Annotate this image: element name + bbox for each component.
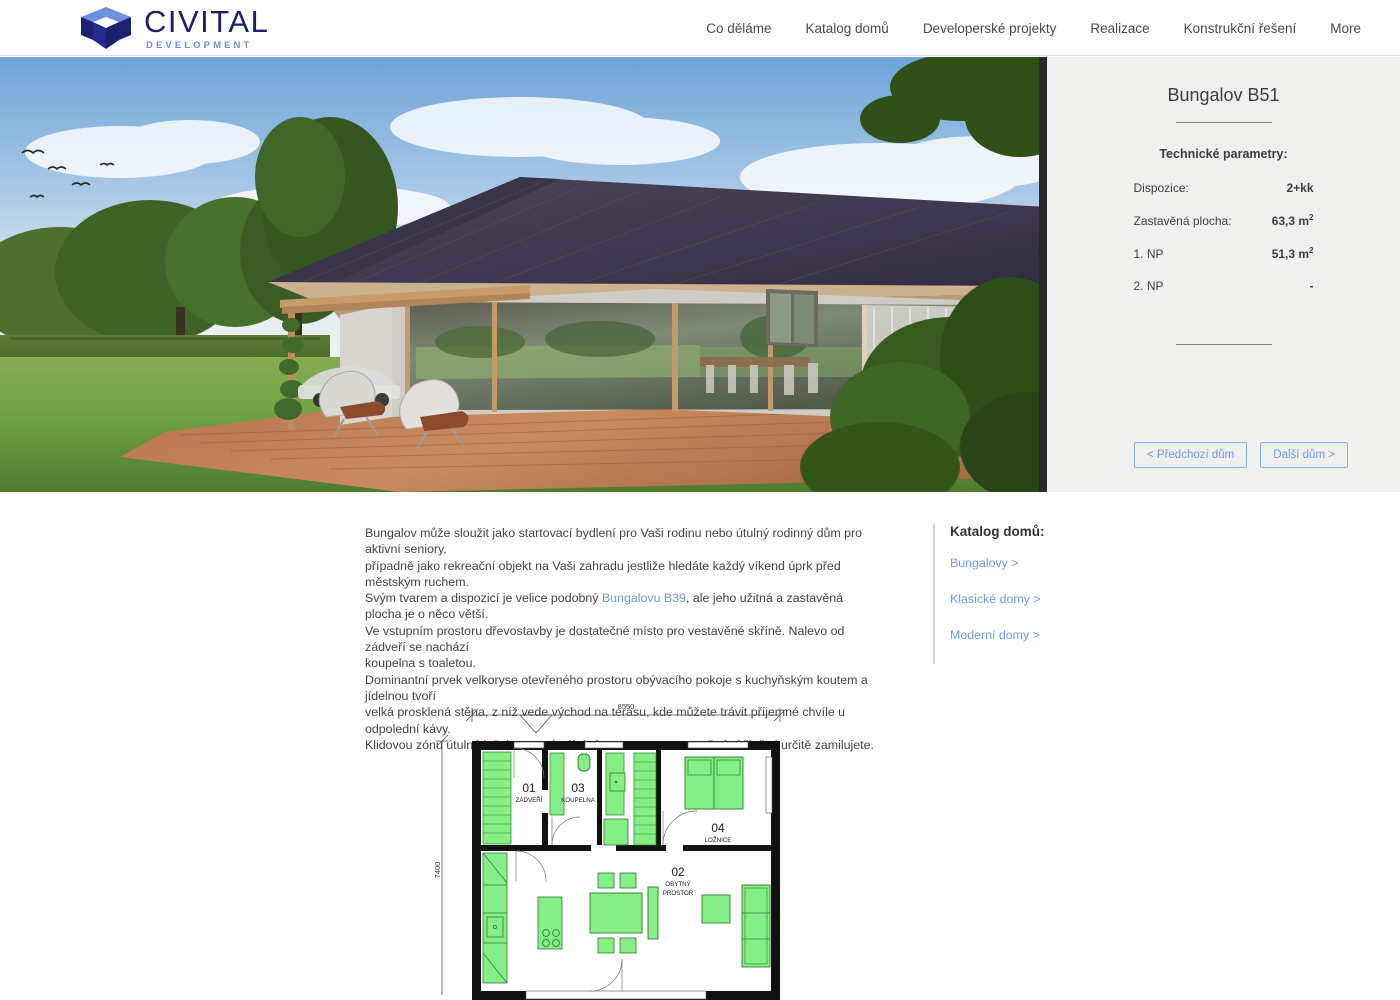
spec-row-1np: 1. NP 51,3 m2 bbox=[1134, 246, 1314, 261]
spec-label: 2. NP bbox=[1133, 279, 1164, 293]
spec-label: Dispozice: bbox=[1133, 181, 1189, 195]
nav-item-developerske-projekty[interactable]: Developerské projekty bbox=[906, 15, 1074, 42]
dimension-width-label: 8550 bbox=[618, 702, 635, 711]
spec-label: Zastavěná plocha: bbox=[1133, 214, 1232, 228]
room-label: KOUPELNA bbox=[561, 797, 596, 804]
brand-tagline: DEVELOPMENT bbox=[146, 39, 253, 51]
dimension-height-label: 7400 bbox=[433, 862, 442, 879]
room-label: ZÁDVEŘÍ bbox=[516, 796, 543, 804]
spec-label: 1. NP bbox=[1133, 247, 1164, 261]
nav-item-more[interactable]: More bbox=[1313, 15, 1378, 42]
spec-row-dispozice: Dispozice: 2+kk bbox=[1134, 181, 1314, 195]
nav-item-konstrukcni-reseni[interactable]: Konstrukční řešení bbox=[1167, 15, 1314, 42]
bungalov-b39-link[interactable]: Bungalovu B39 bbox=[602, 591, 686, 605]
spec-value: 51,3 m2 bbox=[1271, 246, 1314, 261]
tech-params-heading: Technické parametry: bbox=[1159, 147, 1288, 161]
catalog-link-moderni-domy[interactable]: Moderní domy > bbox=[950, 628, 1133, 642]
page-root: CIVITAL DEVELOPMENT Co děláme Katalog do… bbox=[0, 0, 1400, 1000]
spec-row-zastavena-plocha: Zastavěná plocha: 63,3 m2 bbox=[1134, 213, 1314, 228]
site-header: CIVITAL DEVELOPMENT Co děláme Katalog do… bbox=[0, 0, 1400, 56]
house-pager: < Předchozí dům Další dům > bbox=[1134, 442, 1348, 468]
spec-row-2np: 2. NP - bbox=[1134, 279, 1314, 293]
cube-logo-icon bbox=[81, 7, 131, 49]
nav-item-co-delame[interactable]: Co děláme bbox=[689, 15, 788, 42]
desc-line-4: Ve vstupním prostoru dřevostavby je dost… bbox=[365, 623, 845, 655]
spec-value: 2+kk bbox=[1286, 181, 1314, 195]
room-label-2: PROSTOR bbox=[663, 890, 694, 897]
spec-value: - bbox=[1309, 279, 1314, 293]
catalog-link-klasicke-domy[interactable]: Klasické domy > bbox=[950, 592, 1133, 606]
room-number: 02 bbox=[671, 865, 685, 879]
next-house-button[interactable]: Další dům > bbox=[1260, 442, 1348, 468]
house-info-panel: Bungalov B51 Technické parametry: Dispoz… bbox=[1047, 57, 1400, 492]
brand-logo[interactable]: CIVITAL DEVELOPMENT bbox=[78, 5, 269, 51]
catalog-title: Katalog domů: bbox=[950, 524, 1045, 539]
room-label: OBYTNÝ bbox=[665, 881, 690, 888]
floorplan[interactable]: 8550 7400 01 ZÁDVEŘÍ 03 KOUPELNA 04 LOŽN… bbox=[430, 695, 830, 1000]
desc-line-1: Bungalov může sloužit jako startovací by… bbox=[365, 526, 863, 557]
desc-line-2: případně jako rekreační objekt na Vaši z… bbox=[365, 558, 841, 589]
brand-text: CIVITAL DEVELOPMENT bbox=[144, 6, 269, 51]
tech-params-table: Dispozice: 2+kk Zastavěná plocha: 63,3 m… bbox=[1134, 181, 1314, 293]
hero-section: Bungalov B51 Technické parametry: Dispoz… bbox=[0, 57, 1400, 492]
room-label: LOŽNICE bbox=[705, 836, 732, 844]
house-title: Bungalov B51 bbox=[1167, 85, 1280, 105]
room-number: 01 bbox=[522, 781, 536, 795]
previous-house-button[interactable]: < Předchozí dům bbox=[1134, 442, 1248, 468]
main-navigation: Co děláme Katalog domů Developerské proj… bbox=[689, 0, 1378, 56]
north-arrow-icon bbox=[518, 714, 554, 734]
room-number: 04 bbox=[711, 821, 725, 835]
hero-image[interactable] bbox=[0, 57, 1047, 492]
catalog-link-bungalovy[interactable]: Bungalovy > bbox=[950, 556, 1133, 570]
wardrobe-hatch-middle bbox=[633, 752, 657, 846]
brand-name: CIVITAL bbox=[144, 3, 270, 39]
catalog-sidebar: Katalog domů: Bungalovy > Klasické domy … bbox=[933, 524, 1133, 664]
divider-top bbox=[1175, 122, 1272, 123]
desc-line-3-pre: Svým tvarem a dispozicí je velice podobn… bbox=[365, 591, 602, 606]
nav-item-realizace[interactable]: Realizace bbox=[1073, 15, 1166, 42]
divider-bottom bbox=[1176, 344, 1272, 345]
spec-value: 63,3 m2 bbox=[1271, 213, 1314, 228]
desc-line-5: koupelna s toaletou. bbox=[365, 656, 476, 671]
room-number: 03 bbox=[571, 781, 585, 795]
nav-item-katalog-domu[interactable]: Katalog domů bbox=[789, 15, 906, 42]
desc-line-3: Svým tvarem a dispozicí je velice podobn… bbox=[365, 590, 877, 623]
